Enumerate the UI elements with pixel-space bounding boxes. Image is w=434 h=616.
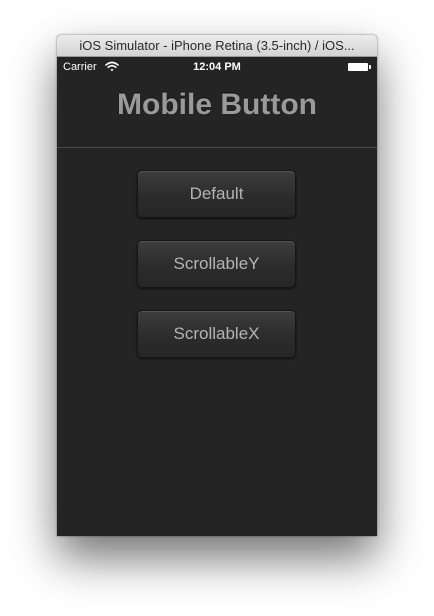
window-title: iOS Simulator - iPhone Retina (3.5-inch)…: [79, 38, 355, 53]
scrollable-y-button[interactable]: ScrollableY: [137, 240, 296, 288]
window-titlebar[interactable]: iOS Simulator - iPhone Retina (3.5-inch)…: [57, 35, 377, 57]
battery-icon: [348, 63, 371, 71]
page-title: Mobile Button: [117, 88, 317, 121]
default-button[interactable]: Default: [137, 170, 296, 218]
device-screen: Carrier 12:04 PM Mobile Button Default S…: [57, 57, 377, 536]
simulator-window: iOS Simulator - iPhone Retina (3.5-inch)…: [57, 35, 377, 536]
status-time: 12:04 PM: [193, 61, 241, 73]
scrollable-x-button[interactable]: ScrollableX: [137, 310, 296, 358]
status-bar: Carrier 12:04 PM: [57, 57, 377, 77]
navigation-bar: Mobile Button: [57, 77, 377, 148]
